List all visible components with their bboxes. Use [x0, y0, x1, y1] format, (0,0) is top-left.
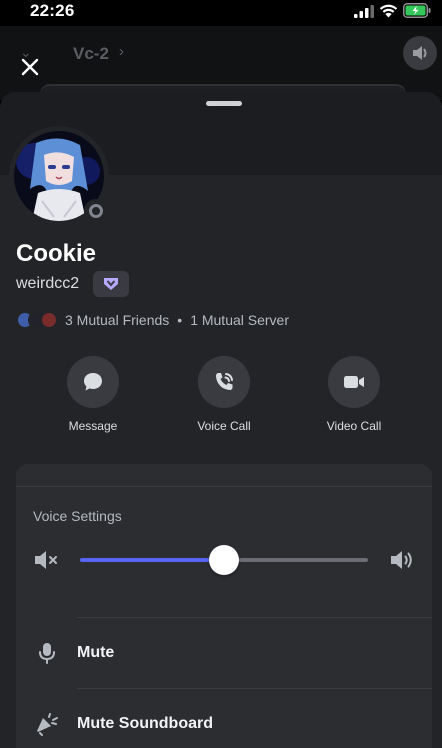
message-label: Message	[68, 419, 118, 433]
soundboard-icon	[36, 713, 58, 736]
voice-settings-title: Voice Settings	[33, 508, 122, 524]
phone-call-icon	[216, 373, 233, 390]
volume-muted-icon	[35, 551, 57, 569]
separator-dot: •	[177, 312, 183, 328]
volume-slider-fill	[80, 558, 224, 562]
microphone-icon	[38, 643, 55, 664]
message-button[interactable]: Message	[38, 356, 148, 433]
divider	[16, 486, 432, 487]
mutual-friends-avatars	[16, 311, 60, 329]
mutual-servers-count: 1 Mutual Server	[190, 312, 290, 328]
mutual-avatar	[40, 311, 58, 329]
battery-charging-icon	[403, 3, 431, 18]
mute-row-icon	[16, 641, 77, 665]
close-button[interactable]	[16, 53, 44, 81]
voice-call-button[interactable]: Voice Call	[169, 356, 279, 433]
voice-call-button-circle	[198, 356, 250, 408]
volume-slider-track[interactable]	[80, 545, 368, 575]
nitro-badge-icon[interactable]	[93, 271, 129, 297]
mute-soundboard-row[interactable]: Mute Soundboard	[16, 689, 432, 748]
speaker-icon	[403, 36, 437, 70]
display-name: Cookie	[16, 240, 97, 267]
video-call-button-circle	[328, 356, 380, 408]
background-voice-channel: ⌄ Vc-2 ›	[0, 26, 442, 104]
status-time: 22:26	[30, 1, 75, 20]
avatar[interactable]	[9, 126, 109, 226]
voice-call-label: Voice Call	[197, 419, 251, 433]
mutual-friends-count: 3 Mutual Friends	[65, 312, 170, 328]
mutuals-row[interactable]: 3 Mutual Friends • 1 Mutual Server	[16, 310, 289, 330]
video-camera-icon	[344, 376, 364, 388]
cellular-signal-icon	[354, 5, 374, 18]
channel-title: Vc-2	[73, 44, 109, 63]
divider	[77, 617, 432, 618]
offline-status-icon	[84, 199, 108, 223]
wifi-icon	[379, 4, 398, 18]
mute-soundboard-row-icon	[16, 712, 77, 736]
close-icon	[21, 58, 39, 76]
mute-label: Mute	[77, 644, 115, 661]
voice-settings-card: Voice Settings Mute Mute Soundboard	[16, 464, 432, 748]
video-call-button[interactable]: Video Call	[299, 356, 409, 433]
message-button-circle	[67, 356, 119, 408]
video-call-label: Video Call	[326, 419, 382, 433]
volume-up-icon	[391, 551, 412, 569]
chat-bubble-icon	[84, 373, 102, 391]
profile-actions: Message Voice Call Video Call	[0, 356, 442, 436]
chevron-right-icon: ›	[119, 43, 124, 60]
username[interactable]: weirdcc2	[16, 275, 79, 293]
volume-slider-thumb[interactable]	[209, 545, 239, 575]
status-bar: 22:26	[0, 0, 442, 26]
mute-soundboard-label: Mute Soundboard	[77, 715, 213, 732]
mute-row[interactable]: Mute	[16, 618, 432, 688]
profile-sheet: Cookie weirdcc2 3 Mutual Friends • 1 Mut…	[0, 92, 442, 748]
volume-slider-row	[16, 542, 432, 578]
drag-handle[interactable]	[206, 101, 242, 106]
